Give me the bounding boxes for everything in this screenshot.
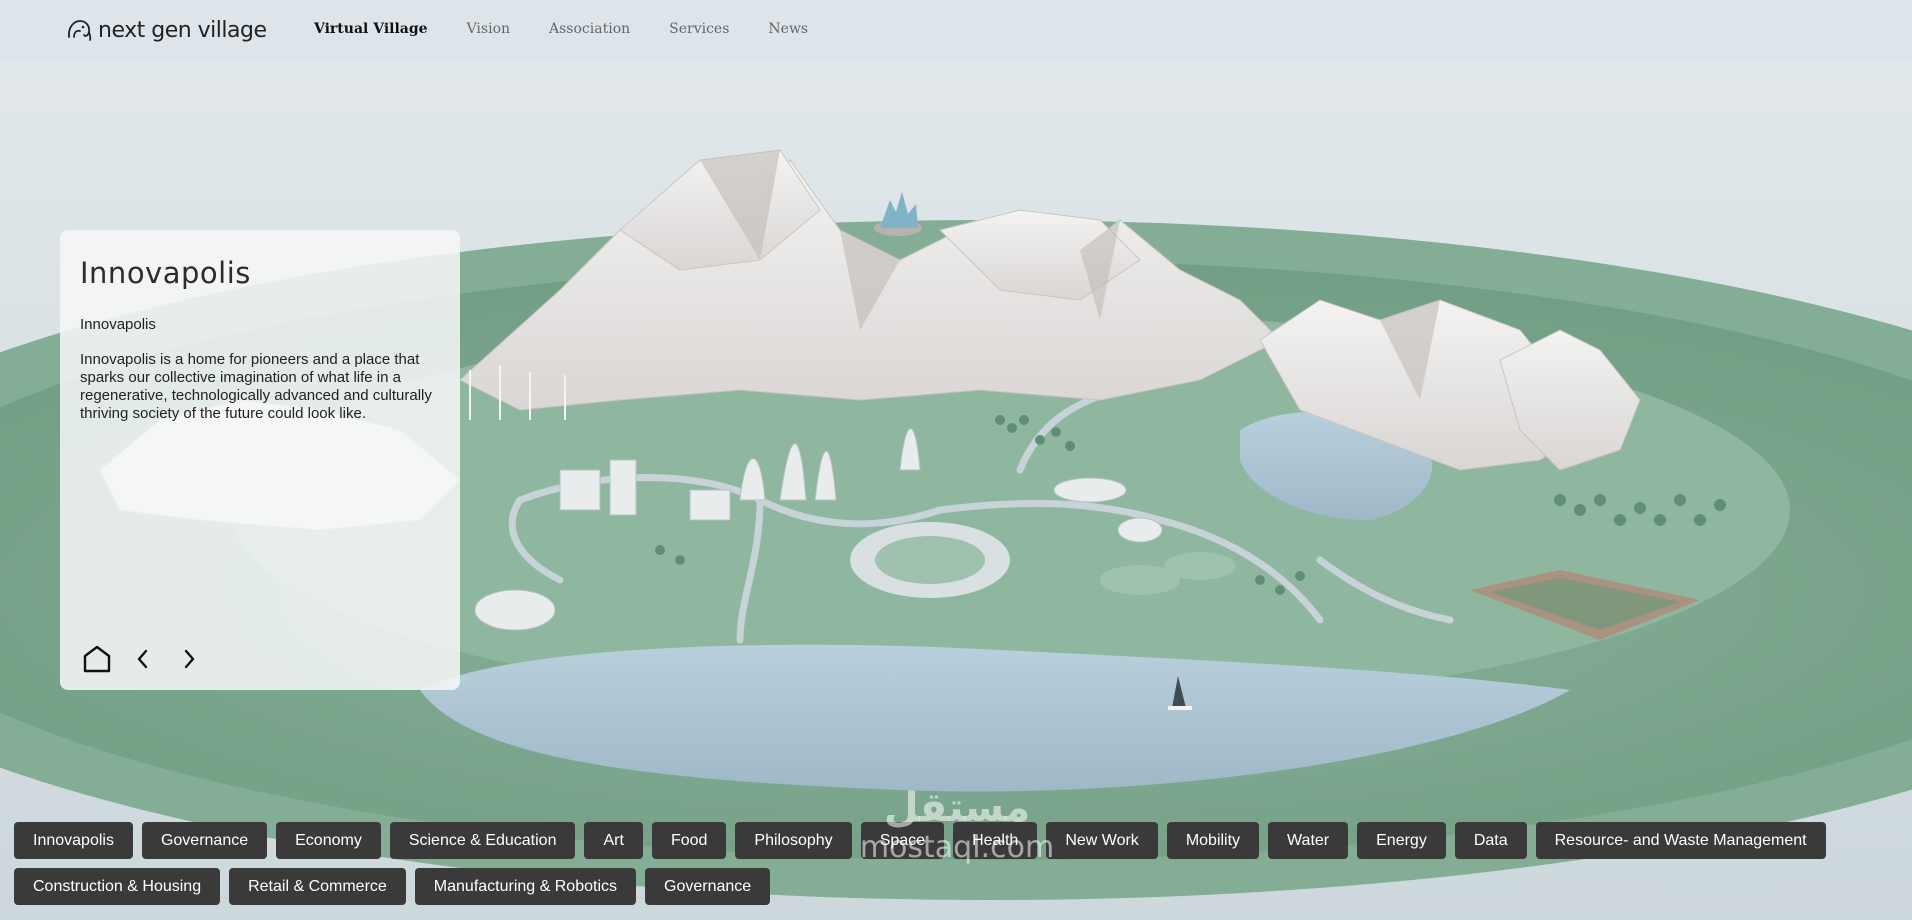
panel-controls [82, 642, 204, 676]
nav-news[interactable]: News [768, 21, 808, 37]
home-button[interactable] [82, 642, 112, 676]
panel-title: Innovapolis [80, 256, 251, 290]
tag-economy[interactable]: Economy [276, 822, 381, 859]
elephant-logo-icon [68, 20, 92, 41]
nav-vision[interactable]: Vision [467, 21, 510, 37]
category-tags: Innovapolis Governance Economy Science &… [14, 822, 1894, 905]
nav-association[interactable]: Association [549, 21, 630, 37]
site-header: next gen village Virtual Village Vision … [0, 0, 1912, 60]
nav-services[interactable]: Services [669, 21, 729, 37]
site-logo[interactable]: next gen village [66, 14, 267, 46]
info-panel: Innovapolis Innovapolis Innovapolis is a… [60, 230, 460, 690]
prev-button[interactable] [128, 642, 158, 676]
chevron-right-icon [184, 649, 195, 669]
main-nav: Virtual Village Vision Association Servi… [314, 21, 847, 37]
tag-governance-2[interactable]: Governance [645, 868, 771, 905]
tag-data[interactable]: Data [1454, 822, 1527, 859]
tag-art[interactable]: Art [584, 822, 643, 859]
tag-construction-housing[interactable]: Construction & Housing [14, 868, 221, 905]
nav-virtual-village[interactable]: Virtual Village [314, 21, 428, 37]
logo-text: next gen village [98, 17, 267, 43]
tag-water[interactable]: Water [1268, 822, 1349, 859]
next-button[interactable] [174, 642, 204, 676]
tag-resource-waste-management[interactable]: Resource- and Waste Management [1535, 822, 1826, 859]
tag-new-work[interactable]: New Work [1046, 822, 1158, 859]
tag-health[interactable]: Health [953, 822, 1038, 859]
panel-description: Innovapolis is a home for pioneers and a… [80, 351, 432, 422]
tag-science-education[interactable]: Science & Education [389, 822, 576, 859]
tag-space[interactable]: Space [860, 822, 945, 859]
tag-governance[interactable]: Governance [141, 822, 268, 859]
tag-energy[interactable]: Energy [1357, 822, 1446, 859]
tag-innovapolis[interactable]: Innovapolis [14, 822, 133, 859]
tag-mobility[interactable]: Mobility [1166, 822, 1260, 859]
tag-food[interactable]: Food [651, 822, 727, 859]
tag-manufacturing-robotics[interactable]: Manufacturing & Robotics [414, 868, 636, 905]
tag-retail-commerce[interactable]: Retail & Commerce [229, 868, 406, 905]
home-icon [83, 645, 111, 673]
chevron-left-icon [137, 649, 148, 669]
panel-subtitle: Innovapolis [80, 316, 156, 333]
tag-philosophy[interactable]: Philosophy [735, 822, 852, 859]
